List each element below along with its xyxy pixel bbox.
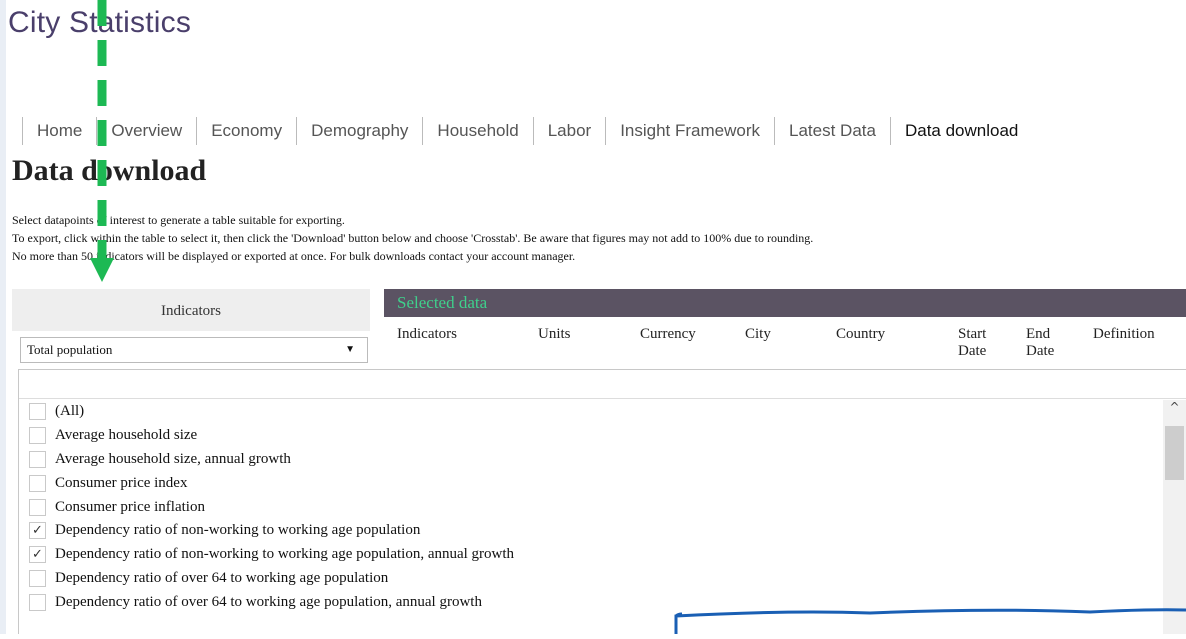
list-item[interactable]: Dependency ratio of over 64 to working a… — [29, 590, 514, 614]
indicator-list: (All) Average household size Average hou… — [29, 400, 514, 614]
tab-demography[interactable]: Demography — [297, 117, 424, 145]
column-header-currency: Currency — [640, 326, 696, 342]
list-item-label: Dependency ratio of over 64 to working a… — [55, 593, 482, 610]
column-header-start-date: Start Date — [958, 326, 987, 359]
checkmark-icon: ✓ — [32, 547, 43, 563]
column-header-units: Units — [538, 326, 571, 342]
list-item[interactable]: (All) — [29, 400, 514, 424]
list-item[interactable]: Consumer price index — [29, 471, 514, 495]
list-item-label: (All) — [55, 403, 85, 420]
list-item[interactable]: Average household size — [29, 424, 514, 448]
dropdown-arrow-icon: ▼ — [345, 344, 355, 355]
indicator-list-panel: (All) Average household size Average hou… — [18, 369, 1186, 634]
list-item-label: Dependency ratio of over 64 to working a… — [55, 569, 389, 586]
indicator-dropdown[interactable]: Total population ▼ — [20, 337, 368, 363]
checkbox[interactable] — [29, 593, 46, 611]
list-item[interactable]: ✓ Dependency ratio of non-working to work… — [29, 543, 514, 567]
tab-home[interactable]: Home — [23, 117, 98, 145]
checkbox[interactable]: ✓ — [29, 522, 46, 540]
checkbox[interactable] — [29, 498, 46, 516]
tab-economy[interactable]: Economy — [197, 117, 298, 145]
intro-line: Select datapoints of interest to generat… — [12, 213, 345, 227]
column-header-end-date: End Date — [1026, 326, 1055, 359]
chevron-up-icon[interactable]: ^ — [1163, 400, 1186, 420]
annotation-arrow — [90, 0, 114, 282]
column-header-indicators: Indicators — [397, 326, 457, 342]
checkbox[interactable]: ✓ — [29, 546, 46, 564]
dropdown-value: Total population — [27, 342, 113, 357]
checkbox[interactable] — [29, 403, 46, 421]
list-scrollbar[interactable]: ^ — [1163, 400, 1186, 634]
selected-data-header: Selected data — [384, 289, 1186, 317]
list-item[interactable]: Consumer price inflation — [29, 495, 514, 519]
list-item[interactable]: Dependency ratio of over 64 to working a… — [29, 567, 514, 591]
list-item-label: Average household size — [55, 427, 198, 444]
annotation-callout — [670, 604, 1186, 634]
list-item-label: Dependency ratio of non-working to worki… — [55, 546, 515, 563]
scroll-thumb[interactable] — [1165, 426, 1184, 480]
checkbox[interactable] — [29, 450, 46, 468]
indicators-header: Indicators — [12, 289, 370, 331]
tab-labor[interactable]: Labor — [534, 117, 607, 145]
left-rail — [0, 0, 6, 634]
nav-tabs: Home Overview Economy Demography Househo… — [22, 117, 1032, 145]
filter-input[interactable] — [19, 370, 1186, 399]
list-item-label: Consumer price inflation — [55, 498, 205, 515]
column-header-country: Country — [836, 326, 886, 342]
list-item-label: Consumer price index — [55, 474, 188, 491]
column-header-definition: Definition — [1093, 326, 1155, 342]
intro-text: Select datapoints of interest to generat… — [12, 211, 813, 265]
checkmark-icon: ✓ — [32, 523, 43, 539]
tab-insight-framework[interactable]: Insight Framework — [606, 117, 776, 145]
checkbox[interactable] — [29, 474, 46, 492]
list-item-label: Average household size, annual growth — [55, 450, 291, 467]
tab-household[interactable]: Household — [423, 117, 534, 145]
intro-line: No more than 50 indicators will be displ… — [12, 249, 576, 263]
checkbox[interactable] — [29, 427, 46, 445]
checkbox[interactable] — [29, 569, 46, 587]
tab-data-download[interactable]: Data download — [891, 117, 1032, 145]
intro-line: To export, click within the table to sel… — [12, 231, 814, 245]
list-item-label: Dependency ratio of non-working to worki… — [55, 522, 421, 539]
list-item[interactable]: ✓ Dependency ratio of non-working to work… — [29, 519, 514, 543]
tab-latest-data[interactable]: Latest Data — [775, 117, 891, 145]
column-header-city: City — [745, 326, 771, 342]
list-item[interactable]: Average household size, annual growth — [29, 448, 514, 472]
